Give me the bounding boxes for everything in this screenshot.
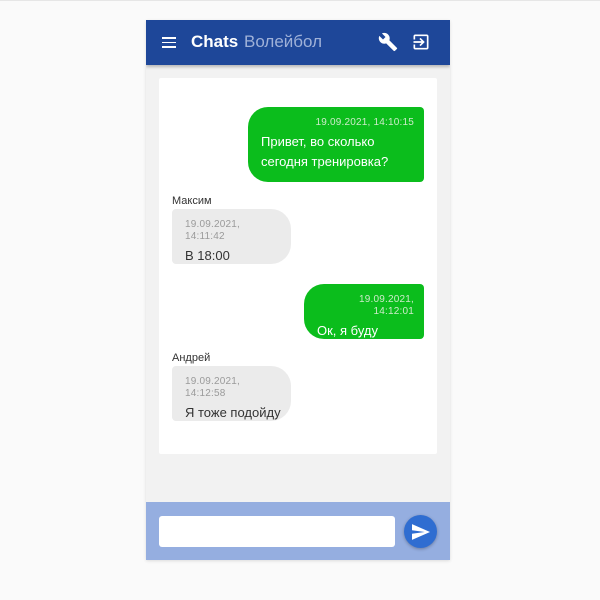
message-outgoing: 19.09.2021, 14:12:01 Ок, я буду: [304, 284, 424, 339]
app-bar: Chats Волейбол: [146, 20, 450, 65]
message-bubble: 19.09.2021, 14:11:42 В 18:00: [172, 209, 291, 264]
app-title: Chats: [191, 32, 239, 51]
message-text: Ок, я буду: [317, 323, 378, 338]
messages-list: 19.09.2021, 14:10:15 Привет, во сколько …: [159, 78, 437, 454]
logout-icon[interactable]: [411, 32, 431, 52]
chat-window: Chats Волейбол 19.09.2021, 14:10:15 Прив…: [146, 20, 450, 560]
message-text: Я тоже подойду: [185, 405, 281, 420]
message-outgoing: 19.09.2021, 14:10:15 Привет, во сколько …: [248, 107, 424, 182]
send-icon: [412, 524, 430, 540]
message-incoming: 19.09.2021, 14:12:58 Я тоже подойду: [172, 366, 291, 421]
message-timestamp: 19.09.2021, 14:12:01: [358, 294, 414, 317]
message-timestamp: 19.09.2021, 14:11:42: [185, 219, 241, 242]
message-input[interactable]: [159, 516, 395, 547]
wrench-icon[interactable]: [378, 32, 398, 52]
message-bubble: 19.09.2021, 14:12:58 Я тоже подойду: [172, 366, 291, 421]
message-incoming: 19.09.2021, 14:11:42 В 18:00: [172, 209, 291, 264]
menu-icon[interactable]: [162, 37, 176, 48]
message-sender: Максим: [172, 195, 212, 207]
send-button[interactable]: [404, 515, 437, 548]
message-bubble: 19.09.2021, 14:10:15 Привет, во сколько …: [248, 107, 424, 182]
composer-bar: [146, 502, 450, 560]
chat-name: Волейбол: [244, 32, 323, 51]
message-bubble: 19.09.2021, 14:12:01 Ок, я буду: [304, 284, 424, 339]
message-timestamp: 19.09.2021, 14:12:58: [185, 376, 241, 399]
message-text: В 18:00: [185, 248, 230, 263]
message-text: Привет, во сколько сегодня тренировка?: [261, 134, 389, 169]
message-timestamp: 19.09.2021, 14:10:15: [315, 117, 414, 128]
top-divider: [0, 0, 600, 1]
message-sender: Андрей: [172, 352, 211, 364]
